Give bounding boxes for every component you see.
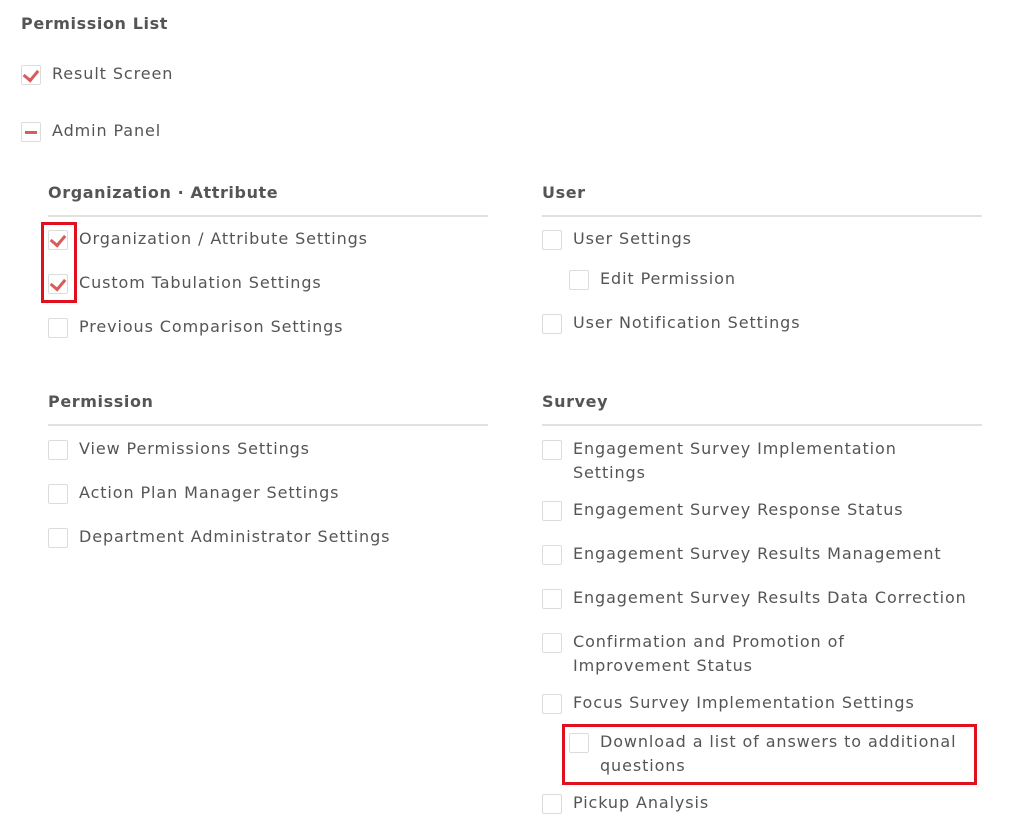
permission-edit-permission[interactable]: Edit Permission [569, 269, 736, 291]
label-line: Improvement Status [573, 656, 753, 675]
checkbox[interactable] [48, 528, 68, 548]
permission-label: User Notification Settings [573, 313, 801, 332]
permission-engagement-survey-response-status[interactable]: Engagement Survey Response Status [542, 500, 904, 522]
permission-label: Confirmation and Promotion of Improvemen… [573, 630, 845, 678]
section-divider [542, 424, 982, 426]
checkbox[interactable] [48, 440, 68, 460]
permission-pickup-analysis[interactable]: Pickup Analysis [542, 793, 710, 815]
permission-label: View Permissions Settings [79, 439, 310, 458]
permission-label: Previous Comparison Settings [79, 317, 344, 336]
permission-engagement-survey-results-management[interactable]: Engagement Survey Results Management [542, 544, 942, 566]
checkbox[interactable] [542, 794, 562, 814]
permission-label: Engagement Survey Results Management [573, 544, 942, 563]
permission-label: Department Administrator Settings [79, 527, 391, 546]
label-line: Settings [573, 463, 646, 482]
permission-label: Result Screen [52, 64, 174, 83]
section-divider [48, 215, 488, 217]
section-title-organization: Organization · Attribute [48, 183, 279, 202]
checkbox[interactable] [542, 440, 562, 460]
permission-label: Pickup Analysis [573, 793, 710, 812]
permission-result-screen[interactable]: Result Screen [21, 64, 174, 86]
permission-engagement-survey-implementation-settings[interactable]: Engagement Survey Implementation Setting… [542, 437, 897, 485]
checkbox[interactable] [542, 633, 562, 653]
permission-user-settings[interactable]: User Settings [542, 229, 692, 251]
checkbox[interactable] [21, 122, 41, 142]
permission-label: Engagement Survey Response Status [573, 500, 904, 519]
section-divider [48, 424, 488, 426]
checkbox[interactable] [542, 501, 562, 521]
permission-view-permissions-settings[interactable]: View Permissions Settings [48, 439, 310, 461]
section-title-permission: Permission [48, 392, 154, 411]
permission-user-notification-settings[interactable]: User Notification Settings [542, 313, 801, 335]
permission-focus-survey-implementation-settings[interactable]: Focus Survey Implementation Settings [542, 693, 915, 715]
checkbox[interactable] [48, 318, 68, 338]
checkbox[interactable] [48, 484, 68, 504]
section-title-survey: Survey [542, 392, 609, 411]
checkbox[interactable] [542, 314, 562, 334]
highlight-box [562, 724, 977, 785]
permission-label: Action Plan Manager Settings [79, 483, 340, 502]
permission-action-plan-manager-settings[interactable]: Action Plan Manager Settings [48, 483, 340, 505]
permission-label: Engagement Survey Implementation Setting… [573, 437, 897, 485]
permission-label: Custom Tabulation Settings [79, 273, 322, 292]
checkbox[interactable] [542, 230, 562, 250]
checkbox[interactable] [542, 694, 562, 714]
permission-label: Admin Panel [52, 121, 162, 140]
permission-engagement-survey-results-data-correction[interactable]: Engagement Survey Results Data Correctio… [542, 588, 967, 610]
section-title-user: User [542, 183, 586, 202]
permission-custom-tabulation-settings[interactable]: Custom Tabulation Settings [48, 273, 322, 295]
label-line: Engagement Survey Implementation [573, 439, 897, 458]
checkbox[interactable] [21, 65, 41, 85]
permission-label: Focus Survey Implementation Settings [573, 693, 915, 712]
permission-label: Edit Permission [600, 269, 736, 288]
section-divider [542, 215, 982, 217]
permission-admin-panel[interactable]: Admin Panel [21, 121, 162, 143]
permission-label: Engagement Survey Results Data Correctio… [573, 588, 967, 607]
highlight-box [41, 222, 77, 303]
checkbox[interactable] [542, 589, 562, 609]
permission-label: User Settings [573, 229, 692, 248]
permission-previous-comparison-settings[interactable]: Previous Comparison Settings [48, 317, 344, 339]
checkbox[interactable] [569, 270, 589, 290]
page-title: Permission List [21, 14, 168, 33]
label-line: Confirmation and Promotion of [573, 632, 845, 651]
permission-label: Organization / Attribute Settings [79, 229, 368, 248]
checkbox[interactable] [542, 545, 562, 565]
permission-confirmation-promotion-improvement-status[interactable]: Confirmation and Promotion of Improvemen… [542, 630, 845, 678]
permission-department-administrator-settings[interactable]: Department Administrator Settings [48, 527, 391, 549]
permission-organization-attribute-settings[interactable]: Organization / Attribute Settings [48, 229, 368, 251]
